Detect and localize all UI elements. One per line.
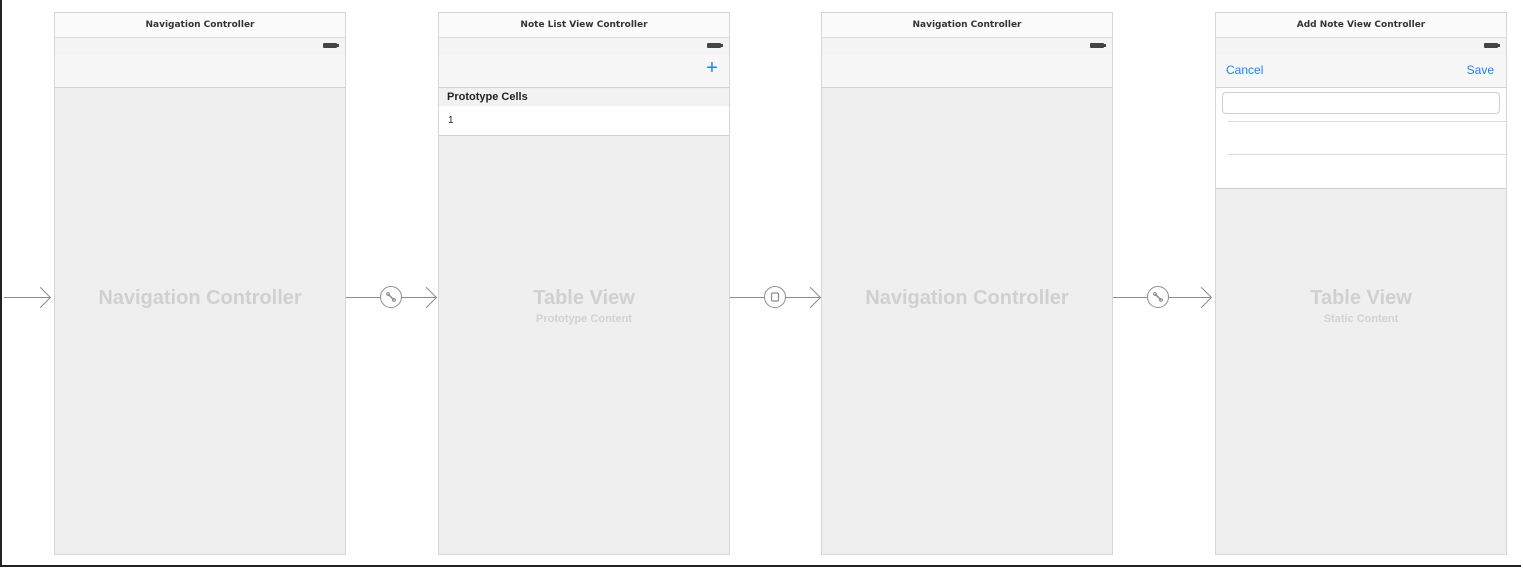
prototype-content-label: Prototype Content: [536, 313, 632, 325]
segue-present-modally[interactable]: [764, 286, 786, 308]
scene-navigation-controller-2[interactable]: Navigation Controller Navigation Control…: [821, 12, 1113, 555]
table-view-label: Table View: [533, 287, 635, 309]
scene-title[interactable]: Navigation Controller: [55, 13, 345, 38]
battery-icon: [1484, 43, 1500, 48]
scene-title[interactable]: Navigation Controller: [822, 13, 1112, 38]
status-bar: [55, 38, 345, 55]
scene-title[interactable]: Add Note View Controller: [1216, 13, 1506, 38]
segue-root-relationship[interactable]: [380, 286, 402, 308]
segue-line: [730, 297, 764, 298]
segue-line: [1113, 297, 1147, 298]
navigation-controller-label: Navigation Controller: [98, 287, 302, 309]
scene-note-list-view-controller[interactable]: Note List View Controller + Prototype Ce…: [438, 12, 730, 555]
status-bar: [822, 38, 1112, 55]
scene-navigation-controller-1[interactable]: Navigation Controller Navigation Control…: [54, 12, 346, 555]
battery-icon: [1090, 43, 1106, 48]
save-button[interactable]: Save: [1467, 63, 1494, 77]
navigation-controller-label: Navigation Controller: [865, 287, 1069, 309]
add-note-button[interactable]: +: [703, 58, 721, 78]
link-icon: [386, 292, 396, 302]
segue-line: [346, 297, 380, 298]
navigation-bar[interactable]: [55, 55, 345, 88]
note-text-field[interactable]: [1222, 92, 1500, 114]
cancel-button[interactable]: Cancel: [1226, 63, 1263, 77]
table-view-label: Table View: [1310, 287, 1412, 309]
battery-icon: [707, 43, 723, 48]
navigation-bar[interactable]: [822, 55, 1112, 88]
battery-icon: [323, 43, 339, 48]
prototype-cells-header: Prototype Cells: [439, 89, 729, 106]
modal-square-icon: [770, 292, 780, 302]
prototype-cell[interactable]: 1: [439, 106, 729, 136]
navigation-bar[interactable]: [439, 55, 729, 88]
scene-add-note-view-controller[interactable]: Add Note View Controller Cancel Save Tab…: [1215, 12, 1507, 555]
link-icon: [1153, 292, 1163, 302]
status-bar: [439, 38, 729, 55]
static-content-label: Static Content: [1323, 313, 1399, 325]
cell-separator: [1228, 154, 1506, 155]
status-bar: [1216, 38, 1506, 55]
cell-separator: [1228, 121, 1506, 122]
static-table-cells: [1216, 88, 1506, 189]
scene-title[interactable]: Note List View Controller: [439, 13, 729, 38]
segue-root-relationship[interactable]: [1147, 286, 1169, 308]
